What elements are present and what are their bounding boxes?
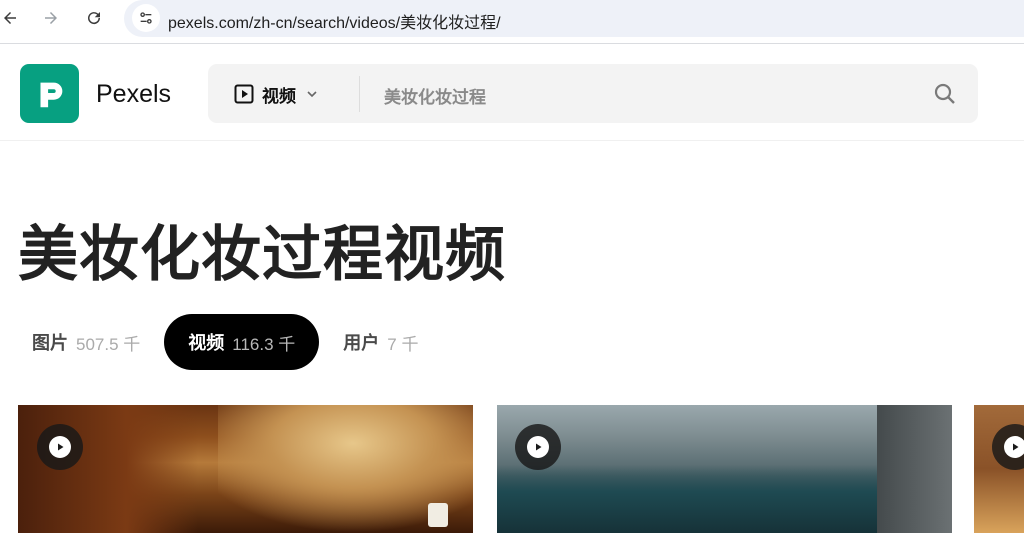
address-bar[interactable]: pexels.com/zh-cn/search/videos/美妆化妆过程/ xyxy=(124,0,1024,37)
site-header: Pexels 视频 美妆化妆过程 xyxy=(0,45,1024,141)
brand-name[interactable]: Pexels xyxy=(96,80,171,109)
pexels-logo[interactable] xyxy=(20,64,79,123)
back-button[interactable] xyxy=(0,4,24,32)
thumbnail-highlight xyxy=(877,405,952,533)
play-icon xyxy=(1004,436,1024,458)
pexels-logo-icon xyxy=(40,82,62,107)
tune-icon xyxy=(140,12,152,24)
thumbnail-detail xyxy=(428,503,448,527)
search-input[interactable]: 美妆化妆过程 xyxy=(384,83,486,108)
site-settings-button[interactable] xyxy=(132,4,160,32)
tab-label: 用户 xyxy=(343,333,380,353)
search-button[interactable] xyxy=(930,79,960,109)
play-button[interactable] xyxy=(515,424,561,470)
tab-count: 507.5 千 xyxy=(76,334,141,354)
video-icon xyxy=(234,84,254,104)
arrow-right-icon xyxy=(45,12,57,24)
tab-videos[interactable]: 视频 116.3 千 xyxy=(164,314,320,370)
reload-button[interactable] xyxy=(80,4,108,32)
result-tabs: 图片 507.5 千 视频 116.3 千 用户 7 千 xyxy=(18,314,432,370)
search-icon xyxy=(934,83,955,104)
arrow-left-icon xyxy=(4,12,16,24)
reload-icon xyxy=(88,12,101,25)
url-text: pexels.com/zh-cn/search/videos/美妆化妆过程/ xyxy=(168,15,501,32)
tab-count: 116.3 千 xyxy=(232,334,296,354)
video-card[interactable] xyxy=(18,405,473,533)
play-icon xyxy=(527,436,549,458)
media-type-dropdown[interactable]: 视频 xyxy=(234,82,320,106)
tab-photos[interactable]: 图片 507.5 千 xyxy=(18,314,154,370)
forward-button[interactable] xyxy=(37,4,65,32)
tab-users[interactable]: 用户 7 千 xyxy=(329,314,432,370)
video-card[interactable] xyxy=(497,405,952,533)
browser-toolbar: pexels.com/zh-cn/search/videos/美妆化妆过程/ xyxy=(0,0,1024,44)
search-divider xyxy=(359,76,360,112)
play-button[interactable] xyxy=(37,424,83,470)
tab-label: 图片 xyxy=(32,333,68,353)
chevron-down-icon xyxy=(307,91,317,98)
tab-label: 视频 xyxy=(188,333,225,353)
video-card[interactable] xyxy=(974,405,1024,533)
media-type-label: 视频 xyxy=(262,86,296,106)
search-bar: 视频 美妆化妆过程 xyxy=(208,64,978,123)
play-button[interactable] xyxy=(992,424,1024,470)
tab-count: 7 千 xyxy=(387,334,419,354)
play-icon xyxy=(49,436,71,458)
page-title: 美妆化妆过程视频 xyxy=(18,221,506,288)
thumbnail-shade xyxy=(18,405,198,533)
